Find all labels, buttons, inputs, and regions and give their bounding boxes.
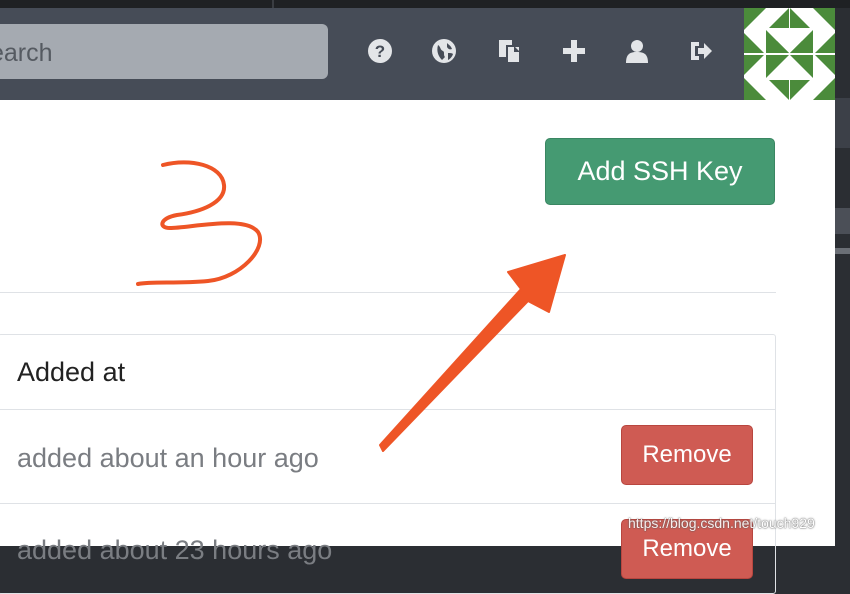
user-icon[interactable] [624, 38, 650, 64]
top-navbar: earch ? [0, 8, 835, 100]
snippets-icon[interactable] [497, 38, 523, 64]
plus-icon[interactable] [561, 38, 587, 64]
divider [0, 292, 776, 293]
search-box[interactable]: earch [0, 24, 328, 79]
help-icon[interactable]: ? [367, 38, 393, 64]
row-divider [0, 503, 775, 504]
added-time: added about 23 hours ago [17, 535, 333, 565]
globe-icon[interactable] [431, 38, 457, 64]
column-header-added-at: Added at [17, 357, 126, 387]
added-time: added about an hour ago [17, 443, 319, 473]
tab-separator [272, 0, 274, 8]
svg-text:?: ? [375, 42, 385, 61]
sign-out-icon[interactable] [688, 38, 714, 64]
ssh-keys-table: Added at added about an hour ago Remove … [0, 334, 776, 594]
remove-button[interactable]: Remove [621, 425, 753, 485]
avatar[interactable] [744, 8, 835, 100]
window-top-strip [0, 0, 850, 8]
background-window-edge [835, 8, 850, 546]
search-placeholder: earch [0, 39, 53, 67]
add-ssh-key-button[interactable]: Add SSH Key [545, 138, 775, 205]
row-divider [0, 409, 775, 410]
watermark: https://blog.csdn.net/touch929 [628, 515, 815, 531]
ssh-keys-panel: Add SSH Key Added at added about an hour… [0, 100, 835, 594]
